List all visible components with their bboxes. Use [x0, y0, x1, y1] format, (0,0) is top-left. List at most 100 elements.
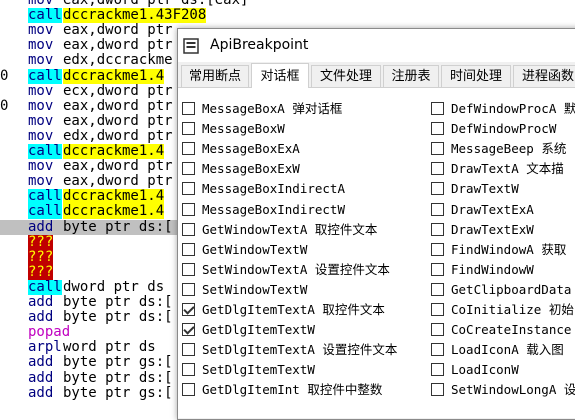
- disasm-operand: byte ptr ds:[: [63, 309, 173, 326]
- api-label: CoCreateInstance: [451, 320, 571, 340]
- api-name: LoadIconW: [451, 362, 519, 378]
- api-label: MessageBoxIndirectW: [202, 200, 345, 220]
- api-label: DrawTextExW: [451, 220, 534, 240]
- api-label: CoInitialize 初始: [451, 300, 574, 320]
- checkbox[interactable]: [431, 142, 444, 156]
- tab-process-functions[interactable]: 进程函数: [513, 65, 575, 87]
- checkbox[interactable]: [182, 282, 195, 296]
- disasm-mnemonic: add: [28, 309, 54, 326]
- disasm-mnemonic: call: [28, 203, 62, 220]
- api-description: 系统: [541, 141, 567, 157]
- checkbox[interactable]: [182, 162, 195, 176]
- api-name: GetDlgItemInt: [202, 382, 300, 398]
- gutter-marker: 0: [0, 97, 9, 114]
- tab-time-handling[interactable]: 时间处理: [441, 65, 511, 87]
- checkbox[interactable]: [182, 242, 195, 256]
- api-breakpoint-dialog: ApiBreakpoint 常用断点 对话框 文件处理 注册表 时间处理 进程函…: [177, 28, 575, 420]
- api-description: 设置控件文本: [314, 261, 390, 277]
- checkbox-checked[interactable]: [182, 323, 195, 337]
- disasm-line[interactable]: add byte ptr ds:[: [0, 218, 180, 235]
- checkbox[interactable]: [431, 162, 444, 176]
- checkbox[interactable]: [182, 202, 195, 216]
- checkbox[interactable]: [182, 343, 195, 357]
- app-icon: [183, 38, 199, 54]
- disasm-mnemonic: popad: [28, 324, 71, 341]
- title-bar[interactable]: ApiBreakpoint: [178, 29, 575, 62]
- disasm-mnemonic: call: [28, 143, 62, 159]
- checkbox-checked[interactable]: [182, 303, 195, 316]
- api-name: DrawTextW: [451, 181, 519, 197]
- api-name: SetWindowTextW: [202, 281, 308, 297]
- api-name: MessageBeep: [451, 141, 534, 157]
- disasm-mnemonic: call: [28, 188, 62, 205]
- api-label: FindWindowW: [451, 260, 534, 280]
- api-name: GetWindowTextW: [202, 241, 308, 257]
- tab-registry[interactable]: 注册表: [383, 65, 439, 87]
- checkbox[interactable]: [431, 383, 444, 397]
- checkbox[interactable]: [182, 383, 195, 397]
- disasm-mnemonic: call: [28, 7, 62, 24]
- checkbox[interactable]: [431, 323, 444, 337]
- disasm-operand: eax,dword ptr: [63, 22, 173, 39]
- api-name: DrawTextA: [451, 161, 519, 177]
- api-label: MessageBeep 系统: [451, 139, 566, 159]
- api-label: DrawTextW: [451, 179, 519, 199]
- api-label: SetWindowTextA 设置控件文本: [202, 260, 390, 280]
- checkbox[interactable]: [182, 262, 195, 276]
- api-description: 取控件文本: [314, 221, 378, 237]
- api-label: DrawTextA 文本描: [451, 159, 564, 179]
- api-name: FindWindowA: [451, 241, 534, 257]
- disasm-mnemonic: call: [28, 67, 62, 84]
- api-name: DefWindowProcA: [451, 101, 557, 116]
- disasm-mnemonic: add: [28, 384, 54, 401]
- api-description: 取控件文本: [322, 302, 385, 317]
- disasm-operand: word ptr ds: [63, 339, 156, 356]
- api-label: FindWindowA 获取: [451, 240, 566, 260]
- api-label: LoadIconA 载入图: [451, 340, 564, 360]
- checkbox[interactable]: [431, 303, 444, 316]
- tab-file-handling[interactable]: 文件处理: [311, 65, 381, 87]
- disasm-mnemonic: add: [28, 218, 54, 235]
- checkbox[interactable]: [431, 102, 444, 115]
- disasm-operand: byte ptr gs:[: [63, 384, 173, 401]
- api-description: 设置控件文本: [322, 342, 398, 358]
- api-name: SetDlgItemTextW: [202, 362, 315, 378]
- api-name: MessageBoxIndirectW: [202, 201, 345, 217]
- checkbox[interactable]: [182, 102, 195, 115]
- checkbox[interactable]: [182, 222, 195, 236]
- api-name: CoInitialize: [451, 302, 542, 317]
- checkbox[interactable]: [431, 122, 444, 136]
- checkbox[interactable]: [182, 142, 195, 156]
- checkbox[interactable]: [431, 242, 444, 256]
- api-label: MessageBoxIndirectA: [202, 179, 345, 199]
- checkbox[interactable]: [182, 363, 195, 377]
- disasm-operand: eax,dword ptr: [63, 37, 173, 54]
- api-label: GetDlgItemTextA 取控件文本: [202, 300, 385, 320]
- disasm-mnemonic: mov: [28, 52, 54, 69]
- checkbox[interactable]: [431, 222, 444, 236]
- checkbox[interactable]: [431, 343, 444, 357]
- api-name: MessageBoxExW: [202, 161, 300, 177]
- checkbox[interactable]: [431, 262, 444, 276]
- disasm-mnemonic: ???: [28, 233, 54, 250]
- checkbox[interactable]: [182, 122, 195, 136]
- api-label: GetDlgItemInt 取控件中整数: [202, 380, 382, 400]
- api-name: MessageBoxW: [202, 121, 285, 137]
- api-label: GetWindowTextW: [202, 240, 307, 260]
- api-description: 取控件中整数: [307, 382, 383, 398]
- checkbox[interactable]: [431, 282, 444, 296]
- api-label: MessageBoxExA: [202, 139, 300, 159]
- disasm-mnemonic: mov: [28, 112, 54, 129]
- tab-common-breakpoints[interactable]: 常用断点: [181, 65, 249, 87]
- checkbox[interactable]: [182, 182, 195, 196]
- api-label: DrawTextExA: [451, 200, 534, 220]
- disasm-operand: dword ptr ds: [63, 278, 165, 295]
- tab-dialog[interactable]: 对话框: [251, 63, 309, 88]
- checkbox[interactable]: [431, 202, 444, 216]
- checkbox[interactable]: [431, 182, 444, 196]
- checkbox[interactable]: [431, 363, 444, 377]
- api-description: 弹对话框: [292, 101, 343, 116]
- disasm-operand: dccrackme1.43F208: [63, 7, 207, 24]
- api-description: 设: [563, 382, 575, 398]
- api-label: MessageBoxExW: [202, 159, 300, 179]
